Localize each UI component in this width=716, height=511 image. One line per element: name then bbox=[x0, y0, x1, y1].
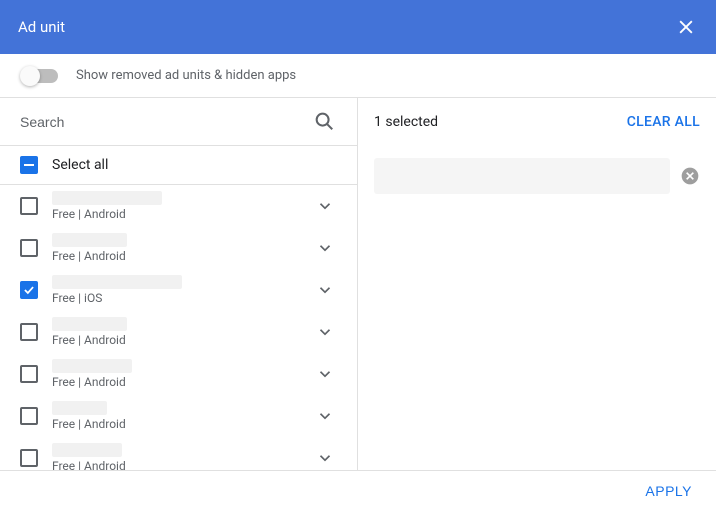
select-all-row: Select all bbox=[0, 146, 357, 185]
item-checkbox[interactable] bbox=[20, 365, 38, 383]
dialog-header: Ad unit bbox=[0, 0, 716, 54]
list-item: Free | Android bbox=[0, 227, 357, 269]
toggle-label: Show removed ad units & hidden apps bbox=[76, 68, 296, 83]
close-icon[interactable] bbox=[674, 15, 698, 39]
app-list[interactable]: Free | Android Free | Android Free | iOS Fr… bbox=[0, 185, 357, 470]
item-checkbox[interactable] bbox=[20, 197, 38, 215]
item-checkbox[interactable] bbox=[20, 281, 38, 299]
item-name bbox=[52, 359, 132, 373]
show-removed-toggle[interactable] bbox=[22, 69, 58, 83]
toggle-knob bbox=[20, 66, 40, 86]
select-all-label: Select all bbox=[52, 157, 108, 173]
item-subtitle: Free | Android bbox=[52, 375, 299, 389]
item-subtitle: Free | Android bbox=[52, 249, 299, 263]
item-subtitle: Free | Android bbox=[52, 459, 299, 470]
clear-all-button[interactable]: CLEAR ALL bbox=[627, 114, 700, 130]
item-body: Free | Android bbox=[52, 359, 299, 389]
selected-item bbox=[374, 158, 700, 194]
search-input[interactable] bbox=[20, 114, 313, 130]
apply-button[interactable]: APPLY bbox=[645, 483, 692, 499]
item-body: Free | Android bbox=[52, 233, 299, 263]
content-area: Select all Free | AndroidFree | AndroidF… bbox=[0, 98, 716, 471]
left-panel: Select all Free | AndroidFree | AndroidF… bbox=[0, 98, 358, 470]
search-row bbox=[0, 98, 357, 146]
chevron-down-icon[interactable] bbox=[313, 404, 337, 428]
list-item: Free | iOS bbox=[0, 269, 357, 311]
dialog-footer: APPLY bbox=[0, 471, 716, 511]
toggle-row: Show removed ad units & hidden apps bbox=[0, 54, 716, 98]
selected-item-name bbox=[374, 158, 670, 194]
item-name bbox=[52, 233, 127, 247]
selected-count: 1 selected bbox=[374, 114, 438, 130]
item-checkbox[interactable] bbox=[20, 407, 38, 425]
item-checkbox[interactable] bbox=[20, 323, 38, 341]
list-item: Free | Android bbox=[0, 353, 357, 395]
item-body: Free | iOS bbox=[52, 275, 299, 305]
chevron-down-icon[interactable] bbox=[313, 194, 337, 218]
chevron-down-icon[interactable] bbox=[313, 320, 337, 344]
selected-list bbox=[358, 146, 716, 470]
list-item: Free | Android bbox=[0, 437, 357, 470]
item-subtitle: Free | Android bbox=[52, 207, 299, 221]
select-all-checkbox[interactable] bbox=[20, 156, 38, 174]
chevron-down-icon[interactable] bbox=[313, 278, 337, 302]
item-checkbox[interactable] bbox=[20, 449, 38, 467]
item-name bbox=[52, 191, 162, 205]
item-subtitle: Free | iOS bbox=[52, 291, 299, 305]
item-body: Free | Android bbox=[52, 191, 299, 221]
item-name bbox=[52, 317, 127, 331]
chevron-down-icon[interactable] bbox=[313, 446, 337, 470]
list-item: Free | Android bbox=[0, 185, 357, 227]
item-body: Free | Android bbox=[52, 317, 299, 347]
item-body: Free | Android bbox=[52, 443, 299, 470]
item-subtitle: Free | Android bbox=[52, 417, 299, 431]
right-header: 1 selected CLEAR ALL bbox=[358, 98, 716, 146]
item-name bbox=[52, 401, 107, 415]
item-body: Free | Android bbox=[52, 401, 299, 431]
item-subtitle: Free | Android bbox=[52, 333, 299, 347]
dialog-title: Ad unit bbox=[18, 18, 65, 36]
right-panel: 1 selected CLEAR ALL bbox=[358, 98, 716, 470]
item-name bbox=[52, 275, 182, 289]
list-item: Free | Android bbox=[0, 311, 357, 353]
item-name bbox=[52, 443, 122, 457]
remove-icon[interactable] bbox=[680, 166, 700, 186]
search-icon[interactable] bbox=[313, 110, 337, 134]
chevron-down-icon[interactable] bbox=[313, 236, 337, 260]
list-item: Free | Android bbox=[0, 395, 357, 437]
item-checkbox[interactable] bbox=[20, 239, 38, 257]
chevron-down-icon[interactable] bbox=[313, 362, 337, 386]
